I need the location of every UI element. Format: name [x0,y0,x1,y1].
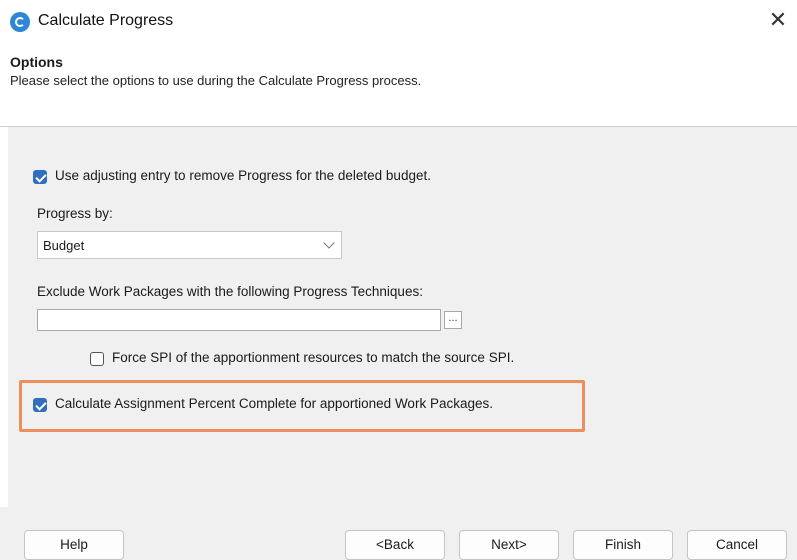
app-icon [10,12,30,32]
chevron-down-icon [323,237,335,249]
close-icon[interactable]: ✕ [765,8,791,34]
progress-by-value: Budget [43,238,85,253]
force-spi-label: Force SPI of the apportionment resources… [112,350,515,365]
progress-by-label: Progress by: [37,206,113,221]
adjusting-entry-label: Use adjusting entry to remove Progress f… [55,168,431,183]
help-button[interactable]: Help [24,530,124,560]
calc-assignment-checkbox[interactable] [33,398,47,412]
options-panel: Use adjusting entry to remove Progress f… [8,127,797,507]
browse-techniques-button[interactable]: ... [444,311,462,329]
force-spi-checkbox[interactable] [90,352,104,366]
options-header: Options Please select the options to use… [0,46,797,127]
exclude-techniques-label: Exclude Work Packages with the following… [37,284,423,299]
back-button[interactable]: <Back [345,530,445,560]
calc-assignment-label: Calculate Assignment Percent Complete fo… [55,396,493,411]
finish-button[interactable]: Finish [573,530,673,560]
adjusting-entry-checkbox[interactable] [33,170,47,184]
progress-by-select[interactable]: Budget [37,231,342,259]
button-bar: Help <Back Next> Finish Cancel [0,507,797,560]
next-button[interactable]: Next> [459,530,559,560]
header-description: Please select the options to use during … [10,73,422,88]
exclude-techniques-input[interactable] [37,309,441,331]
header-title: Options [10,54,63,70]
cancel-button[interactable]: Cancel [687,530,787,560]
window-title: Calculate Progress [38,12,174,29]
title-bar: Calculate Progress ✕ [0,0,797,46]
